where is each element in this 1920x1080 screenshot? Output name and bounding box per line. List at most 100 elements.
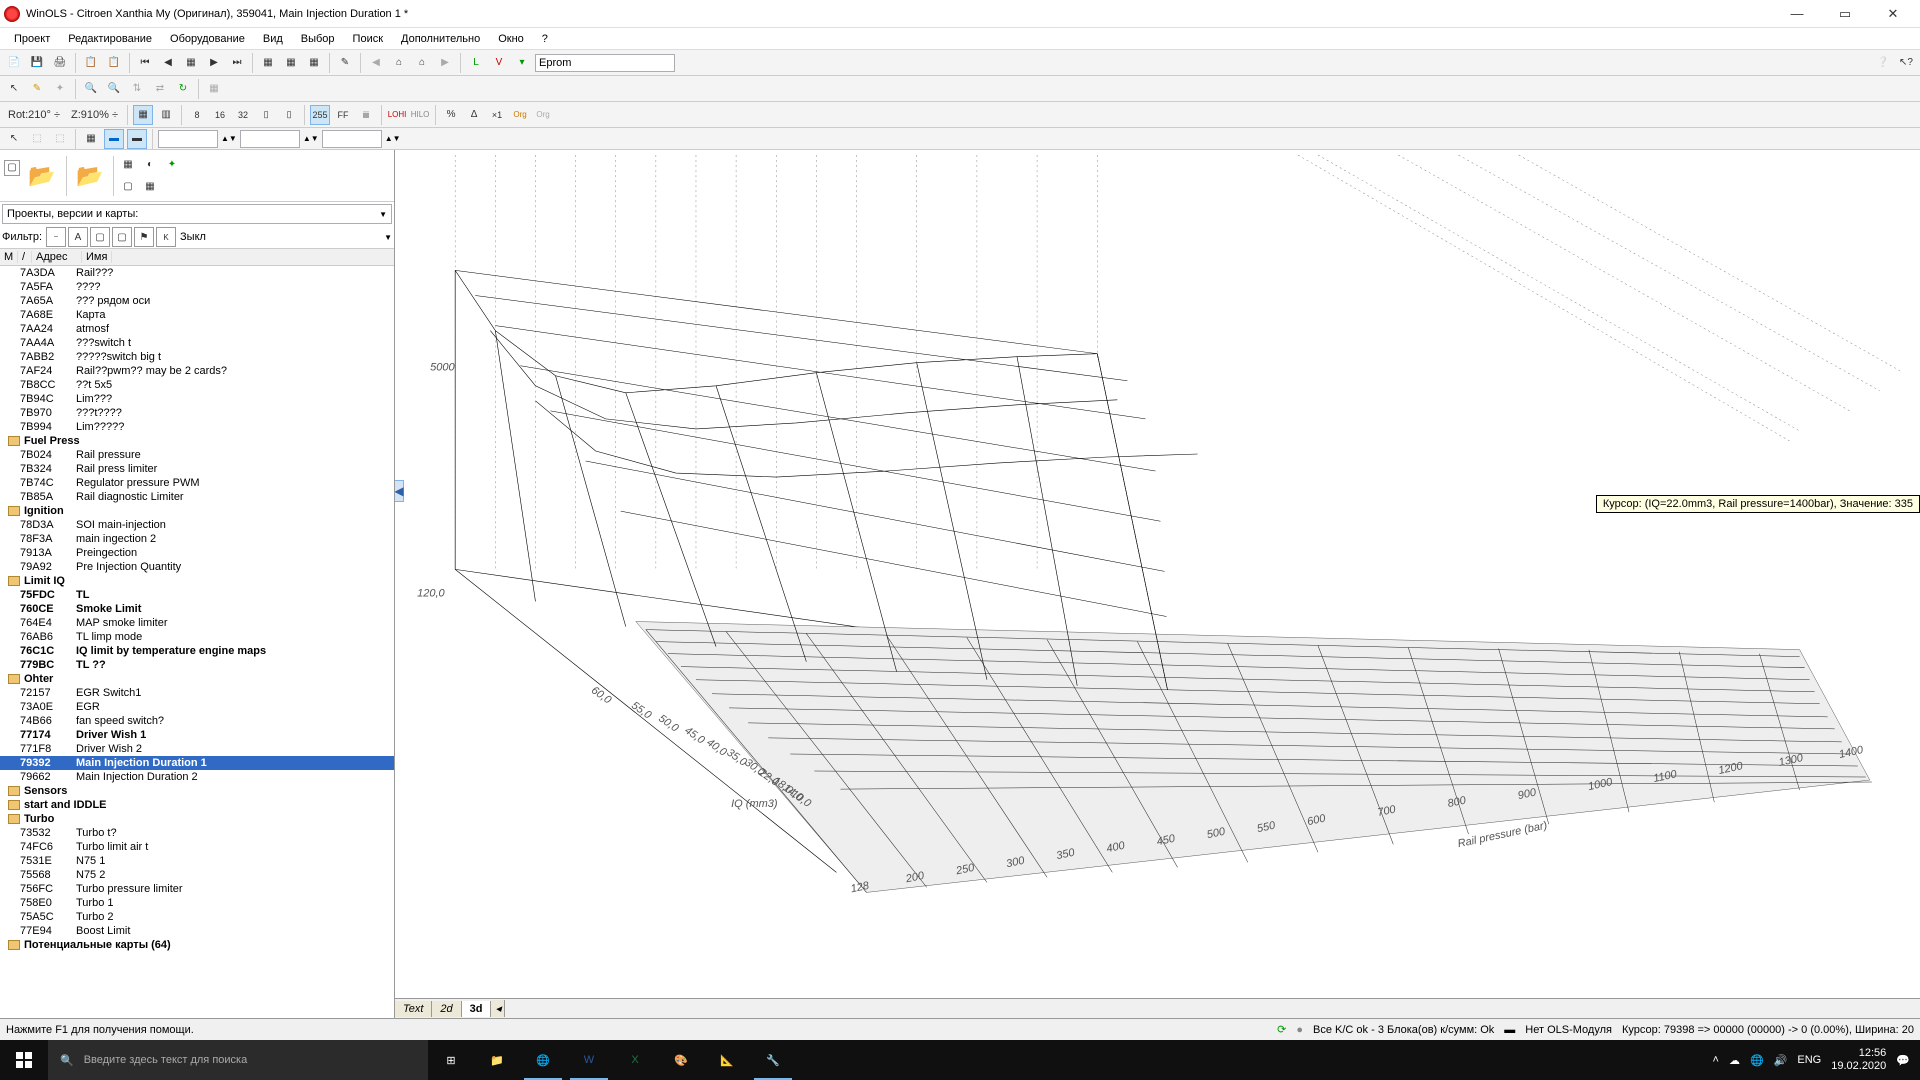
st-a-icon[interactable]: ▦ (118, 155, 138, 175)
col-m[interactable]: M (0, 251, 18, 263)
numyy-icon[interactable]: ▯ (279, 105, 299, 125)
start-button[interactable] (0, 1040, 48, 1080)
tray-up-icon[interactable]: ˄ (1713, 1054, 1719, 1066)
hilo-icon[interactable]: HILO (410, 105, 430, 125)
nav3-icon[interactable]: ⇄ (150, 79, 170, 99)
tree-item[interactable]: 756FCTurbo pressure limiter (0, 882, 394, 896)
green-dd-icon[interactable]: ▾ (512, 53, 532, 73)
tree-item[interactable]: 7913APreingection (0, 546, 394, 560)
sel-a-icon[interactable]: ⬚ (27, 129, 47, 149)
chart2-icon[interactable]: ▬ (127, 129, 147, 149)
grid-icon[interactable]: ▦ (181, 53, 201, 73)
tray-vol-icon[interactable]: 🔊 (1774, 1054, 1788, 1067)
nav2-icon[interactable]: ⇅ (127, 79, 147, 99)
tray-lang[interactable]: ENG (1797, 1054, 1821, 1066)
tree-item[interactable]: 75A5CTurbo 2 (0, 910, 394, 924)
matlab-icon[interactable]: 📐 (704, 1040, 750, 1080)
chart-3d-view[interactable]: ◀ (395, 150, 1920, 1018)
tree-item[interactable]: 7B74CRegulator pressure PWM (0, 476, 394, 490)
spinner-2[interactable] (240, 130, 300, 148)
num8-icon[interactable]: 8 (187, 105, 207, 125)
delta-icon[interactable]: Δ (464, 105, 484, 125)
tree-item[interactable]: 7AF24Rail??pwm?? may be 2 cards? (0, 364, 394, 378)
tree-item[interactable]: 760CESmoke Limit (0, 602, 394, 616)
col-slash[interactable]: / (18, 251, 32, 263)
red-v-icon[interactable]: V (489, 53, 509, 73)
zoom-icon[interactable]: 🔍 (81, 79, 101, 99)
st-b-icon[interactable]: ◐ (140, 155, 160, 175)
percent-icon[interactable]: % (441, 105, 461, 125)
filter-chevron-icon[interactable]: ▼ (384, 233, 392, 242)
tree-item[interactable]: 75FDCTL (0, 588, 394, 602)
grid2-icon[interactable]: ▦ (204, 79, 224, 99)
menu-view[interactable]: Вид (255, 31, 291, 47)
nav-last-icon[interactable]: ⏭ (227, 53, 247, 73)
tree-item[interactable]: 79A92Pre Injection Quantity (0, 560, 394, 574)
refresh-icon[interactable]: ↻ (173, 79, 193, 99)
tab-3d[interactable]: 3d (462, 1001, 492, 1017)
tray-clock[interactable]: 12:56 19.02.2020 (1831, 1047, 1886, 1073)
tree-item[interactable]: 764E4MAP smoke limiter (0, 616, 394, 630)
task-view-icon[interactable]: ⊞ (428, 1040, 474, 1080)
nav-left-icon[interactable]: ◀ (366, 53, 386, 73)
arrow-icon[interactable]: ↖ (4, 79, 24, 99)
tree-item[interactable]: 7531EN75 1 (0, 854, 394, 868)
chart-icon[interactable]: ▬ (104, 129, 124, 149)
help-icon[interactable]: ❔ (1873, 53, 1893, 73)
tree-item[interactable]: 78F3Amain ingection 2 (0, 532, 394, 546)
tree-item[interactable]: 78D3ASOI main-injection (0, 518, 394, 532)
tree-item[interactable]: 7A68EКарта (0, 308, 394, 322)
save-icon[interactable]: 💾 (27, 53, 47, 73)
tree-item[interactable]: 7ABB2?????switch big t (0, 350, 394, 364)
spinner-1[interactable] (158, 130, 218, 148)
paste-icon[interactable]: 📋 (104, 53, 124, 73)
nav-prev-icon[interactable]: ◀ (158, 53, 178, 73)
pencil-icon[interactable]: ✎ (27, 79, 47, 99)
menu-search[interactable]: Поиск (345, 31, 391, 47)
num32-icon[interactable]: 32 (233, 105, 253, 125)
tree-group[interactable]: Ignition (0, 504, 394, 518)
chrome-icon[interactable]: 🌐 (520, 1040, 566, 1080)
tree-group[interactable]: start and IDDLE (0, 798, 394, 812)
st-d-icon[interactable]: ▢ (118, 177, 138, 197)
view3d-a-icon[interactable]: ▦ (133, 105, 153, 125)
tab-text[interactable]: Text (395, 1001, 432, 1017)
tree-item[interactable]: 74FC6Turbo limit air t (0, 840, 394, 854)
filter-1-icon[interactable]: ⎯ (46, 227, 66, 247)
tree-item[interactable]: 73532Turbo t? (0, 826, 394, 840)
nav-right-icon[interactable]: ▶ (435, 53, 455, 73)
lohi-icon[interactable]: LOHI (387, 105, 407, 125)
tree-group[interactable]: Turbo (0, 812, 394, 826)
tree-item[interactable]: 7B970???t???? (0, 406, 394, 420)
tab-2d[interactable]: 2d (432, 1001, 461, 1017)
view3d-b-icon[interactable]: ▥ (156, 105, 176, 125)
tree-item[interactable]: 7B324Rail press limiter (0, 462, 394, 476)
new-icon[interactable]: 📄 (4, 53, 24, 73)
filter-6-icon[interactable]: K (156, 227, 176, 247)
tree-item[interactable]: 758E0Turbo 1 (0, 896, 394, 910)
spinner-3[interactable] (322, 130, 382, 148)
zoom1-icon[interactable]: 🔍 (104, 79, 124, 99)
bookmark-icon[interactable]: ⌂ (412, 53, 432, 73)
close-button[interactable]: ✕ (1870, 0, 1916, 28)
tool-b-icon[interactable]: ▦ (281, 53, 301, 73)
x1-icon[interactable]: ×1 (487, 105, 507, 125)
tree-item[interactable]: 7B8CC??t 5x5 (0, 378, 394, 392)
nav-next-icon[interactable]: ▶ (204, 53, 224, 73)
tree-item[interactable]: 77174Driver Wish 1 (0, 728, 394, 742)
tool-c-icon[interactable]: ▦ (304, 53, 324, 73)
num16-icon[interactable]: 16 (210, 105, 230, 125)
map-tree[interactable]: 7A3DARail???7A5FA????7A65A??? рядом оси7… (0, 266, 394, 1018)
tree-item[interactable]: 7A3DARail??? (0, 266, 394, 280)
explorer-icon[interactable]: 📁 (474, 1040, 520, 1080)
filter-4-icon[interactable]: ▢ (112, 227, 132, 247)
tree-item[interactable]: 7B85ARail diagnostic Limiter (0, 490, 394, 504)
tree-group[interactable]: Fuel Press (0, 434, 394, 448)
v255-icon[interactable]: 255 (310, 105, 330, 125)
v111-icon[interactable]: iii (356, 105, 376, 125)
nav-first-icon[interactable]: ⏮ (135, 53, 155, 73)
tree-group[interactable]: Limit IQ (0, 574, 394, 588)
whats-this-icon[interactable]: ↖? (1896, 53, 1916, 73)
filter-5-icon[interactable]: ⚑ (134, 227, 154, 247)
eprom-input[interactable] (535, 54, 675, 72)
